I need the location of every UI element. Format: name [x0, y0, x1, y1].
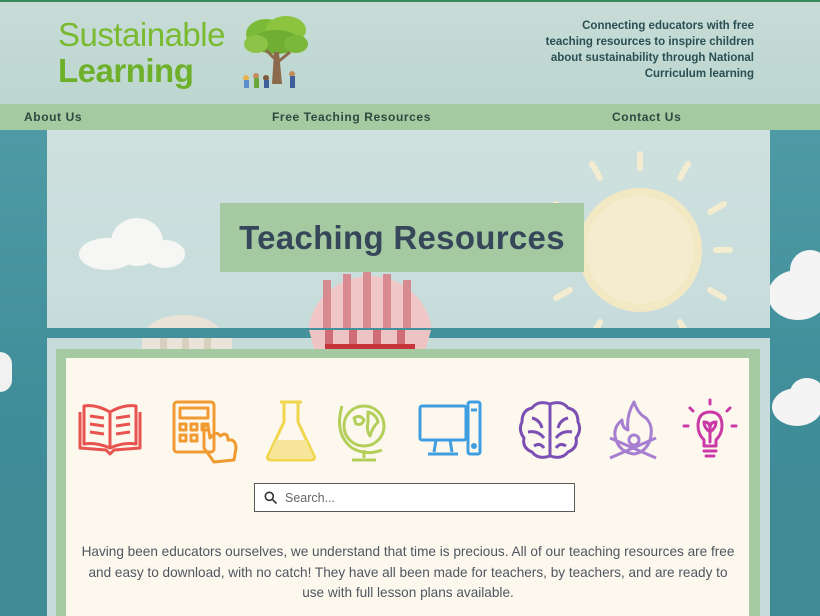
hot-air-balloon-small-decoration	[147, 315, 219, 328]
brain-icon[interactable]	[516, 398, 584, 464]
campfire-icon[interactable]	[600, 398, 668, 464]
nav-contact-us[interactable]: Contact Us	[612, 110, 681, 124]
flask-icon[interactable]	[258, 398, 326, 464]
search-icon	[264, 491, 277, 504]
calculator-icon[interactable]	[170, 398, 238, 464]
cloud-decoration-right-lower	[768, 378, 820, 428]
page-title: Teaching Resources	[239, 218, 565, 256]
hero-title-box: Teaching Resources	[220, 203, 584, 272]
search-input[interactable]	[283, 489, 557, 506]
main-nav: About Us Free Teaching Resources Contact…	[0, 104, 820, 130]
intro-paragraph: Having been educators ourselves, we unde…	[81, 544, 735, 600]
nav-free-teaching-resources[interactable]: Free Teaching Resources	[272, 110, 431, 124]
cloud-decoration-left	[0, 352, 12, 392]
nav-about-us[interactable]: About Us	[24, 110, 82, 124]
cloud-decoration	[79, 218, 185, 270]
logo-text-top: Sustainable	[58, 16, 225, 53]
subject-icons-row	[76, 398, 746, 464]
logo-text-bottom: Learning	[58, 52, 194, 89]
computer-icon[interactable]	[416, 398, 484, 464]
lightbulb-icon[interactable]	[676, 398, 744, 464]
hot-air-balloon-decoration	[308, 272, 432, 328]
search-box[interactable]	[254, 483, 575, 512]
tree-logo-icon	[243, 16, 308, 88]
site-tagline: Connecting educators with free teaching …	[545, 20, 754, 80]
open-book-icon[interactable]	[76, 398, 144, 464]
hero-banner: Teaching Resources	[47, 130, 770, 328]
site-logo[interactable]: Sustainable Learning	[58, 14, 318, 94]
globe-icon[interactable]	[332, 398, 400, 464]
site-header: Sustainable Learning Connecting educator…	[0, 0, 820, 104]
